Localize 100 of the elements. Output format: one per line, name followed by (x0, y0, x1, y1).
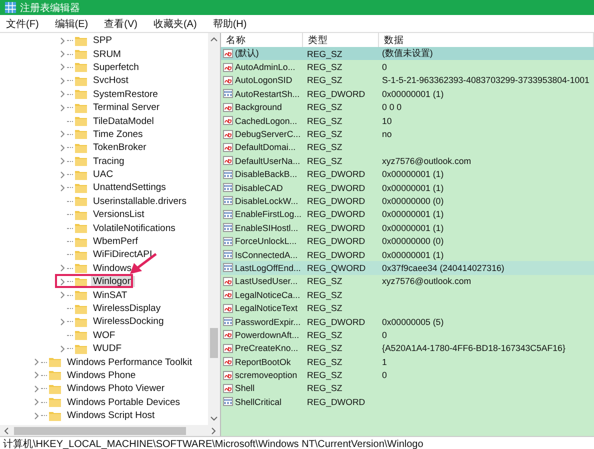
tree-item[interactable]: TokenBroker (91, 142, 148, 154)
expand-chevron-icon[interactable] (58, 104, 67, 112)
tree-item[interactable]: Superfetch (91, 62, 141, 73)
table-row[interactable]: DefaultUserNa... REG_SZ xyz7576@outlook.com (221, 154, 594, 168)
tree-item[interactable]: TileDataModel (91, 116, 156, 127)
expand-chevron-icon[interactable] (58, 157, 67, 166)
tree-item[interactable]: WiFiDirectAPI (91, 249, 154, 260)
table-row[interactable]: LastUsedUser... REG_SZ xyz7576@outlook.com (221, 274, 594, 288)
value-name: ReportBootOk (235, 356, 291, 367)
tree-item[interactable]: Windows Script Host (65, 410, 157, 422)
tree-item[interactable]: WUDF (91, 343, 124, 354)
tree-item[interactable]: Windows Photo Viewer (65, 383, 167, 394)
tree-item[interactable]: WirelessDisplay (91, 303, 163, 314)
value-type: REG_SZ (306, 48, 344, 59)
vertical-scrollbar[interactable] (208, 33, 220, 425)
folder-icon (75, 236, 87, 247)
binary-value-icon (223, 263, 233, 272)
expand-chevron-icon[interactable] (58, 318, 67, 326)
tree-item[interactable]: SRUM (91, 48, 123, 60)
table-row[interactable]: DisableCAD REG_DWORD 0x00000001 (1) (221, 180, 594, 194)
tree-item[interactable]: WirelessDocking (91, 316, 166, 328)
expand-chevron-icon[interactable] (58, 144, 67, 152)
table-row[interactable]: PasswordExpir... REG_DWORD 0x00000005 (5) (221, 314, 594, 328)
table-row[interactable]: ShellCritical REG_DWORD (221, 395, 594, 409)
tree-item[interactable]: WbemPerf (91, 236, 140, 248)
expand-chevron-icon[interactable] (58, 63, 67, 72)
expand-chevron-icon[interactable] (58, 76, 67, 85)
expand-chevron-icon[interactable] (58, 291, 67, 300)
expand-chevron-icon[interactable] (58, 170, 67, 179)
tree-item[interactable]: SystemRestore (91, 88, 160, 100)
expand-chevron-icon[interactable] (58, 36, 67, 45)
menu-item[interactable]: 帮助(H) (210, 16, 249, 32)
tree-item[interactable]: Windows Phone (65, 370, 138, 381)
tree-item[interactable]: SvcHost (91, 75, 130, 86)
menu-item[interactable]: 编辑(E) (52, 16, 90, 32)
value-name: DisableCAD (235, 182, 283, 193)
table-row[interactable]: DefaultDomai... REG_SZ (221, 140, 594, 154)
tree-item[interactable]: UAC (91, 169, 116, 180)
expand-chevron-icon[interactable] (32, 358, 41, 366)
table-row[interactable]: AutoAdminLo... REG_SZ 0 (221, 60, 594, 74)
expand-chevron-icon[interactable] (32, 371, 41, 380)
tree-item[interactable]: VolatileNotifications (91, 222, 178, 234)
expand-chevron-icon[interactable] (58, 130, 67, 138)
scroll-right-icon[interactable] (209, 426, 217, 434)
expand-chevron-icon[interactable] (58, 184, 67, 192)
table-row[interactable]: ReportBootOk REG_SZ 1 (221, 354, 594, 368)
tree-item[interactable]: Windows (91, 262, 134, 274)
expand-chevron-icon[interactable] (58, 344, 67, 353)
folder-icon (75, 344, 87, 354)
expand-chevron-icon[interactable] (32, 384, 41, 393)
tree-item[interactable]: Tracing (91, 156, 126, 167)
table-row[interactable]: DisableBackB... REG_DWORD 0x00000001 (1) (221, 168, 594, 181)
expand-chevron-icon[interactable] (32, 398, 41, 406)
table-row[interactable]: DisableLockW... REG_DWORD 0x00000000 (0) (221, 194, 594, 208)
menu-item[interactable]: 查看(V) (102, 16, 140, 32)
table-row[interactable]: PreCreateKno... REG_SZ {A520A1A4-1780-4FF6-BD18-167343C5AF16} (221, 342, 594, 355)
expand-chevron-icon[interactable] (58, 90, 67, 98)
table-row[interactable]: LegalNoticeText REG_SZ (221, 301, 594, 315)
scroll-left-icon[interactable] (3, 426, 11, 434)
table-row[interactable]: EnableFirstLog... REG_DWORD 0x00000001 (1) (221, 208, 594, 222)
tree-item[interactable]: WOF (91, 330, 118, 341)
table-row[interactable]: IsConnectedA... REG_DWORD 0x00000001 (1) (221, 248, 594, 262)
tree-item[interactable]: Windows Portable Devices (65, 396, 182, 408)
table-row[interactable]: LegalNoticeCa... REG_SZ (221, 288, 594, 302)
menu-item[interactable]: 收藏夹(A) (151, 16, 199, 32)
folder-icon (49, 384, 61, 394)
table-row[interactable]: scremoveoption REG_SZ 0 (221, 368, 594, 382)
binary-value-icon (223, 89, 233, 98)
expand-chevron-icon[interactable] (58, 264, 67, 272)
value-type: REG_SZ (306, 62, 344, 72)
horizontal-scrollbar[interactable] (0, 425, 220, 436)
table-row[interactable]: Background REG_SZ 0 0 0 (221, 100, 594, 114)
table-row[interactable]: EnableSIHostl... REG_DWORD 0x00000001 (1) (221, 221, 594, 234)
table-row[interactable]: ForceUnlockL... REG_DWORD 0x00000000 (0) (221, 234, 594, 248)
tree-item[interactable]: UnattendSettings (91, 182, 168, 194)
table-row[interactable]: DebugServerC... REG_SZ no (221, 127, 594, 141)
scroll-thumb[interactable] (210, 328, 218, 358)
tree-item[interactable]: VersionsList (91, 209, 146, 220)
tree-item[interactable]: Windows Performance Toolkit (65, 356, 194, 368)
expand-chevron-icon[interactable] (58, 278, 67, 286)
tree-item[interactable]: SPP (91, 35, 114, 46)
table-row[interactable]: AutoRestartSh... REG_DWORD 0x00000001 (1) (221, 87, 594, 101)
expand-chevron-icon[interactable] (32, 412, 41, 420)
scroll-down-icon[interactable] (210, 415, 218, 423)
table-row[interactable]: Shell REG_SZ (221, 382, 594, 396)
tree-item[interactable]: Terminal Server (91, 102, 162, 114)
table-row[interactable]: CachedLogon... REG_SZ 10 (221, 114, 594, 128)
value-type: REG_QWORD (306, 262, 367, 273)
table-row[interactable]: AutoLogonSID REG_SZ S-1-5-21-963362393-4083703299-3733953804-1001 (221, 74, 594, 88)
tree-item[interactable]: Userinstallable.drivers (91, 196, 188, 207)
expand-chevron-icon[interactable] (58, 50, 67, 58)
folder-icon (75, 129, 87, 140)
scroll-up-icon[interactable] (210, 35, 218, 43)
table-row[interactable]: (默认) REG_SZ (数值未设置) (221, 47, 594, 60)
tree-item[interactable]: Time Zones (91, 128, 145, 140)
menu-item[interactable]: 文件(F) (4, 16, 41, 32)
table-row[interactable]: LastLogOffEnd... REG_QWORD 0x37f9caee34 (240414027316) (221, 261, 594, 275)
table-row[interactable]: PowerdownAft... REG_SZ 0 (221, 328, 594, 342)
tree-item[interactable]: WinSAT (91, 290, 130, 301)
scroll-thumb[interactable] (14, 426, 186, 434)
